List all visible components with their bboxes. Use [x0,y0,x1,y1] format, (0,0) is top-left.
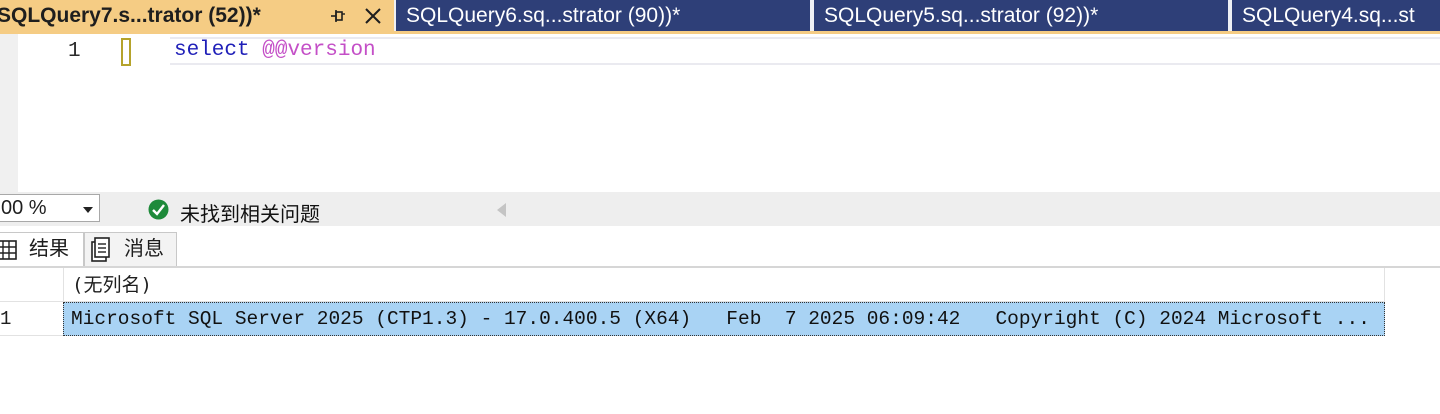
document-tab-strip: SQLQuery7.s...trator (52))* SQLQuery6.sq… [0,0,1440,31]
tab-title: SQLQuery5.sq...strator (92))* [824,4,1099,27]
tab-title: SQLQuery6.sq...strator (90))* [406,4,681,27]
tab-sqlquery5[interactable]: SQLQuery5.sq...strator (92))* [814,0,1228,31]
sql-variable: @@version [262,39,376,62]
tab-sqlquery4[interactable]: SQLQuery4.sq...st [1232,0,1440,31]
results-grid[interactable]: (无列名) 1 Microsoft SQL Server 2025 (CTP1.… [0,268,1440,414]
tab-results-label: 结果 [29,236,69,260]
tab-title: SQLQuery7.s...trator (52))* [0,4,261,27]
grid-icon [0,240,17,260]
code-line[interactable]: select @@version [174,39,376,62]
line-number: 1 [68,40,81,63]
editor-status-bar: 00 % 未找到相关问题 [0,192,1440,226]
tab-results[interactable]: 结果 [0,232,84,266]
pin-icon[interactable] [330,8,346,24]
row-number[interactable]: 1 [0,302,63,336]
text-caret [121,38,131,66]
editor-left-margin [0,34,18,192]
issues-status-text: 未找到相关问题 [180,202,320,226]
column-header[interactable]: (无列名) [63,268,1385,302]
grid-corner [0,268,63,302]
query-editor[interactable]: 1 select @@version [0,34,1440,192]
check-circle-icon [148,199,169,220]
results-tab-strip: 结果 消息 [0,226,1440,268]
chevron-down-icon[interactable] [83,207,93,213]
close-icon[interactable] [363,6,383,26]
tab-title: SQLQuery4.sq...st [1242,4,1415,27]
tab-sqlquery7[interactable]: SQLQuery7.s...trator (52))* [0,0,394,31]
tab-sqlquery6[interactable]: SQLQuery6.sq...strator (90))* [396,0,810,31]
zoom-value: 00 % [1,197,47,219]
message-icon [91,237,110,262]
zoom-select[interactable]: 00 % [0,194,100,222]
tab-messages[interactable]: 消息 [84,232,177,266]
scroll-left-arrow-icon[interactable] [497,203,506,217]
tab-messages-label: 消息 [124,236,164,260]
sql-keyword: select [174,39,250,62]
result-cell[interactable]: Microsoft SQL Server 2025 (CTP1.3) - 17.… [63,302,1385,336]
